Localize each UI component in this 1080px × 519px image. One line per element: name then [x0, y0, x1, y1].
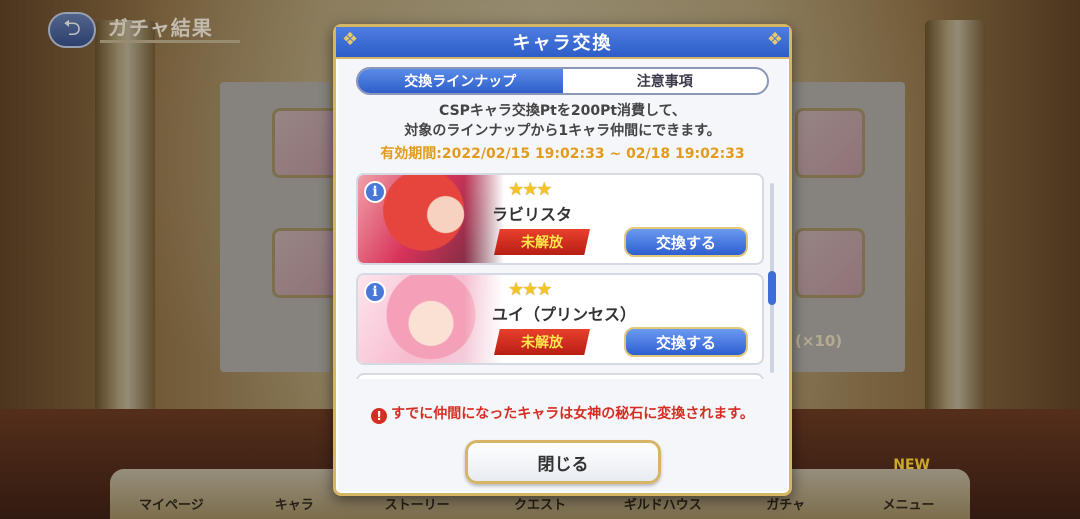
- locked-badge: 未解放: [494, 329, 590, 355]
- ornament-icon: ❖: [766, 29, 783, 50]
- character-exchange-dialog: ❖ キャラ交換 ❖ 交換ラインナップ 注意事項 CSPキャラ交換Ptを200Pt…: [333, 24, 792, 496]
- character-list: i ★★★ ラビリスタ 未解放 交換する i ★★★ ユイ（プリンセス） 未解放…: [356, 171, 781, 379]
- nav-item-mypage[interactable]: マイページ: [116, 494, 226, 513]
- list-item: i ★★★ ラビリスタ 未解放 交換する: [356, 173, 764, 265]
- nav-item-menu[interactable]: メニュー: [853, 494, 963, 513]
- back-button[interactable]: ⮌: [48, 12, 96, 48]
- list-item: i ★★★ ユイ（プリンセス） 未解放 交換する: [356, 273, 764, 365]
- locked-badge: 未解放: [494, 229, 590, 255]
- tab-notes[interactable]: 注意事項: [563, 69, 768, 93]
- warning-icon: !: [371, 408, 388, 424]
- background-pillar-left: [95, 20, 155, 420]
- nav-item-story[interactable]: ストーリー: [362, 494, 472, 513]
- nav-item-gacha[interactable]: ガチャ: [731, 494, 841, 513]
- exchange-button[interactable]: 交換する: [624, 227, 748, 257]
- list-scrollbar[interactable]: [768, 183, 776, 373]
- list-item-partial: [356, 373, 764, 379]
- note-text: すでに仲間になったキャラは女神の秘石に変換されます。: [391, 406, 754, 422]
- back-arrow-icon: ⮌: [63, 16, 81, 41]
- background-card: [272, 228, 342, 298]
- dialog-title: キャラ交換: [512, 33, 613, 54]
- background-card: [795, 228, 865, 298]
- close-button[interactable]: 閉じる: [465, 440, 661, 484]
- star-rating-icon: ★★★: [508, 179, 552, 200]
- character-name: ユイ（プリンセス）: [492, 305, 637, 324]
- background-count-label: (×10): [795, 332, 843, 350]
- background-card: [272, 108, 342, 178]
- description-line-1: CSPキャラ交換Ptを200Pt消費して、: [439, 103, 686, 119]
- info-icon[interactable]: i: [364, 181, 386, 203]
- scrollbar-thumb[interactable]: [768, 271, 776, 305]
- description-line-2: 対象のラインナップから1キャラ仲間にできます。: [404, 123, 721, 139]
- star-rating-icon: ★★★: [508, 279, 552, 300]
- character-name: ラビリスタ: [492, 205, 573, 224]
- nav-item-quest[interactable]: クエスト: [485, 494, 595, 513]
- exchange-button[interactable]: 交換する: [624, 327, 748, 357]
- dialog-tabs: 交換ラインナップ 注意事項: [356, 67, 769, 95]
- background-card: [795, 108, 865, 178]
- page-title: ガチャ結果: [108, 16, 213, 40]
- background-pillar-right: [925, 20, 985, 420]
- conversion-note: ! すでに仲間になったキャラは女神の秘石に変換されます。: [336, 403, 789, 424]
- header-underline: [100, 40, 240, 43]
- info-icon[interactable]: i: [364, 281, 386, 303]
- nav-item-character[interactable]: キャラ: [239, 494, 349, 513]
- nav-item-guildhouse[interactable]: ギルドハウス: [608, 494, 718, 513]
- exchange-description: CSPキャラ交換Ptを200Pt消費して、 対象のラインナップから1キャラ仲間に…: [336, 101, 789, 141]
- dialog-header: ❖ キャラ交換 ❖: [336, 27, 789, 59]
- ornament-icon: ❖: [342, 29, 359, 50]
- tab-lineup[interactable]: 交換ラインナップ: [358, 69, 563, 93]
- validity-period: 有効期間:2022/02/15 19:02:33 ~ 02/18 19:02:3…: [380, 146, 745, 162]
